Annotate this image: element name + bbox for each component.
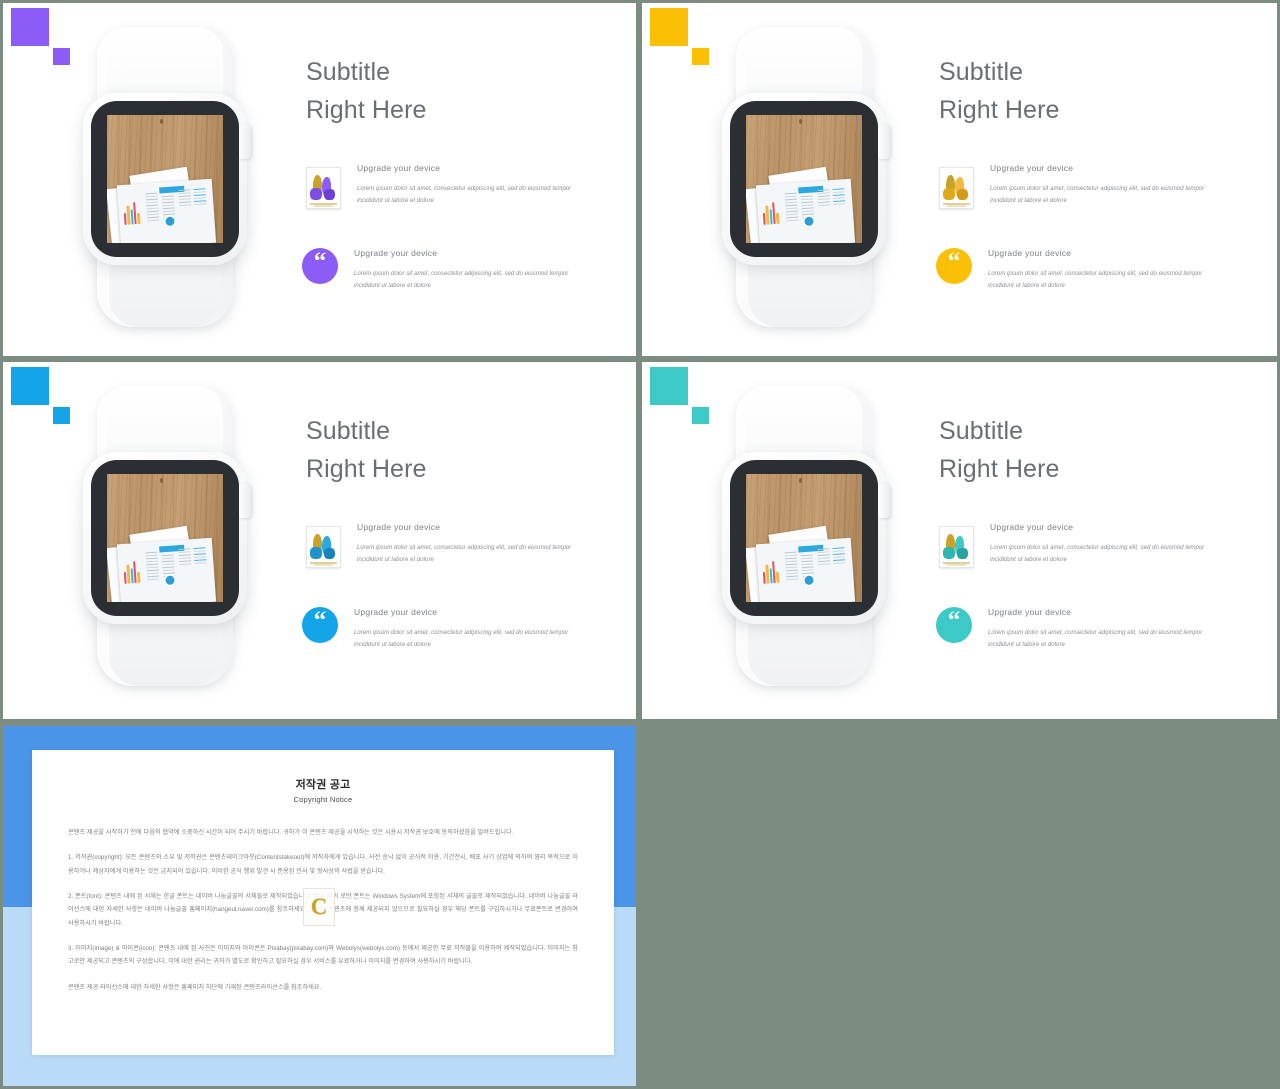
smartwatch-mockup — [69, 27, 269, 337]
corner-square-small — [692, 48, 709, 65]
document-main — [116, 537, 216, 602]
image-thumbnail-icon — [306, 526, 341, 568]
feature-item-1[interactable]: Upgrade your device Lorem ipsum dolor si… — [939, 163, 1220, 209]
feature-title: Upgrade your device — [990, 522, 1074, 532]
slide-headline: Subtitle Right Here — [939, 417, 1060, 483]
smartwatch-mockup — [708, 386, 908, 696]
slide-purple[interactable]: Subtitle Right Here Upgrade your device … — [3, 3, 636, 356]
feature-item-1[interactable]: Upgrade your device Lorem ipsum dolor si… — [306, 522, 587, 568]
document-main — [755, 537, 855, 602]
slide-headline: Subtitle Right Here — [306, 58, 427, 124]
document-bar-chart — [761, 556, 782, 584]
image-thumbnail-icon — [306, 167, 341, 209]
feature-item-1[interactable]: Upgrade your device Lorem ipsum dolor si… — [939, 522, 1220, 568]
smartwatch-mockup — [708, 27, 908, 337]
feature-body: Lorem ipsum dolor sit amet, consectetur … — [988, 630, 1203, 648]
feature-item-2[interactable]: “ Upgrade your device Lorem ipsum dolor … — [936, 248, 1218, 292]
feature-body: Lorem ipsum dolor sit amet, consectetur … — [357, 545, 572, 563]
copyright-paragraph: 콘텐츠 제공을 시작하기 전에 다음의 협약에 소중하신 시간이 되어 주시기 … — [68, 829, 514, 836]
feature-title: Upgrade your device — [990, 163, 1074, 173]
feature-title: Upgrade your device — [988, 607, 1072, 617]
image-thumbnail-icon — [939, 526, 974, 568]
corner-square-large — [11, 367, 49, 405]
document-bar-chart — [122, 197, 143, 225]
copyright-paragraph: 3. 이미지(image) & 아이콘(icon): 콘텐츠 내에 된 사진은 … — [68, 944, 578, 966]
slide-teal[interactable]: Subtitle Right Here Upgrade your device … — [642, 362, 1277, 719]
corner-square-small — [692, 407, 709, 424]
document-bar-chart — [122, 556, 143, 584]
quote-icon: “ — [936, 248, 972, 284]
document-badge-icon — [164, 575, 175, 585]
feature-body: Lorem ipsum dolor sit amet, consectetur … — [354, 630, 569, 648]
feature-item-2[interactable]: “ Upgrade your device Lorem ipsum dolor … — [936, 607, 1218, 651]
watch-crown — [878, 484, 890, 518]
corner-square-large — [650, 367, 688, 405]
headline-block: Subtitle Right Here — [939, 412, 1239, 488]
feature-body: Lorem ipsum dolor sit amet, consectetur … — [357, 186, 572, 204]
document-main — [755, 178, 855, 243]
corner-square-large — [11, 8, 49, 46]
headline-block: Subtitle Right Here — [306, 53, 606, 129]
feature-body: Lorem ipsum dolor sit amet, consectetur … — [990, 545, 1205, 563]
watch-crown — [239, 484, 251, 518]
feature-item-2[interactable]: “ Upgrade your device Lorem ipsum dolor … — [302, 248, 584, 292]
copyright-title-ko: 저작권 공고 — [295, 779, 351, 791]
watch-screen[interactable] — [107, 115, 223, 243]
feature-item-2[interactable]: “ Upgrade your device Lorem ipsum dolor … — [302, 607, 584, 651]
slide-headline: Subtitle Right Here — [306, 417, 427, 483]
feature-item-1[interactable]: Upgrade your device Lorem ipsum dolor si… — [306, 163, 587, 209]
feature-body: Lorem ipsum dolor sit amet, consectetur … — [354, 271, 569, 289]
corner-square-small — [53, 407, 70, 424]
headline-block: Subtitle Right Here — [306, 412, 606, 488]
feature-title: Upgrade your device — [354, 607, 438, 617]
watch-screen[interactable] — [746, 115, 862, 243]
feature-body: Lorem ipsum dolor sit amet, consectetur … — [990, 186, 1205, 204]
watch-crown — [239, 125, 251, 159]
feature-title: Upgrade your device — [354, 248, 438, 258]
headline-block: Subtitle Right Here — [939, 53, 1239, 129]
feature-title: Upgrade your device — [357, 522, 441, 532]
smartwatch-mockup — [69, 386, 269, 696]
document-badge-icon — [803, 216, 814, 226]
copyright-watermark-icon: C — [303, 888, 335, 926]
corner-square-large — [650, 8, 688, 46]
document-bar-chart — [761, 197, 782, 225]
document-main — [116, 178, 216, 243]
slide-yellow[interactable]: Subtitle Right Here Upgrade your device … — [642, 3, 1277, 356]
feature-title: Upgrade your device — [357, 163, 441, 173]
watch-screen[interactable] — [107, 474, 223, 602]
quote-icon: “ — [302, 607, 338, 643]
document-badge-icon — [164, 216, 175, 226]
watch-screen[interactable] — [746, 474, 862, 602]
copyright-title-en: Copyright Notice — [293, 795, 353, 804]
watch-crown — [878, 125, 890, 159]
document-badge-icon — [803, 575, 814, 585]
copyright-paragraph: 콘텐츠 제공 라이선스에 대한 자세한 사항은 홈페이지 하단에 기재된 콘텐츠… — [68, 983, 322, 991]
slide-blue[interactable]: Subtitle Right Here Upgrade your device … — [3, 362, 636, 719]
corner-square-small — [53, 48, 70, 65]
quote-icon: “ — [936, 607, 972, 643]
slide-grid: Subtitle Right Here Upgrade your device … — [0, 0, 1280, 1089]
copyright-paragraph: 1. 저작권(copyright): 모든 콘텐츠의 소유 및 저작권은 콘텐츠… — [68, 854, 578, 875]
feature-title: Upgrade your device — [988, 248, 1072, 258]
slide-headline: Subtitle Right Here — [939, 58, 1060, 124]
quote-icon: “ — [302, 248, 338, 284]
image-thumbnail-icon — [939, 167, 974, 209]
feature-body: Lorem ipsum dolor sit amet, consectetur … — [988, 271, 1203, 289]
slide-copyright-notice[interactable]: 저작권 공고 Copyright Notice 콘텐츠 제공을 시작하기 전에 … — [3, 726, 636, 1086]
